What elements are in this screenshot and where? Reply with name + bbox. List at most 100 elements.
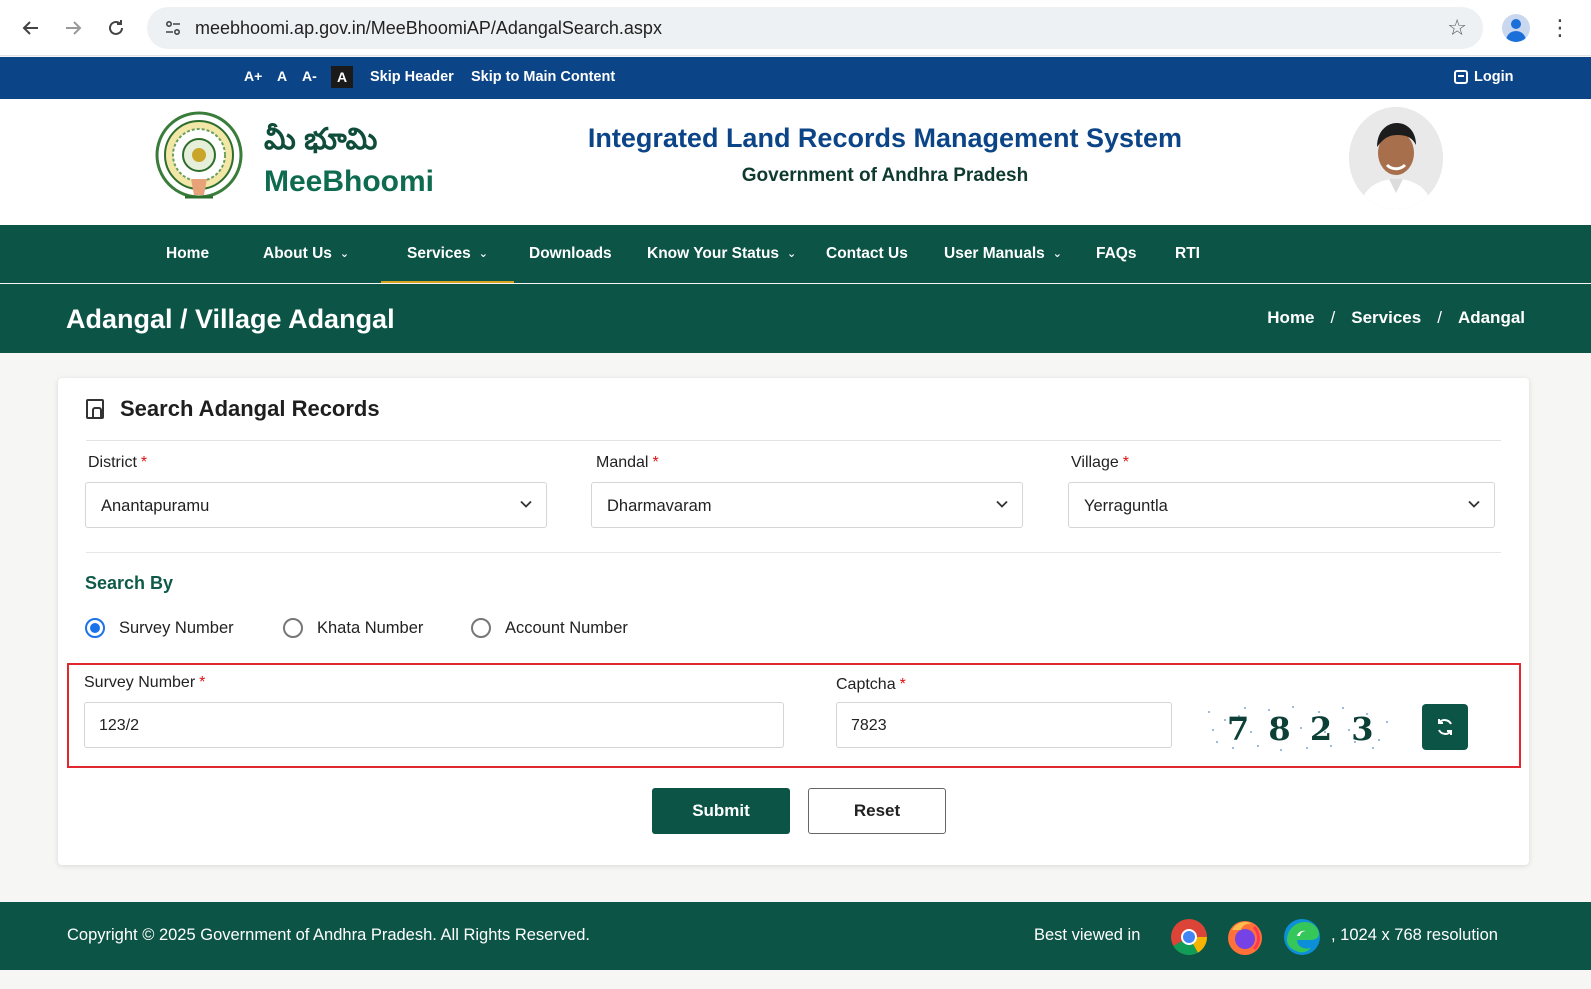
forward-icon[interactable] [59,14,87,42]
search-by-heading: Search By [85,573,174,593]
radio-unchecked-icon[interactable] [471,618,491,638]
mandal-select[interactable]: Dharmavaram [591,482,1023,528]
radio-khata-label: Khata Number [317,618,424,637]
address-bar[interactable]: meebhoomi.ap.gov.in/MeeBhoomiAP/AdangalS… [147,7,1483,49]
divider [86,552,1501,553]
nav-know-your-status[interactable]: Know Your Status ⌄ [647,225,796,283]
required-mark: * [899,676,906,693]
breadcrumb-services[interactable]: Services [1351,308,1421,328]
survey-number-value: 123/2 [99,717,140,734]
nav-services-label: Services [407,245,471,263]
divider [86,440,1501,441]
card-title: Search Adangal Records [120,396,380,421]
breadcrumb-adangal: Adangal [1457,308,1525,327]
captcha-label: Captcha * [836,676,906,694]
search-card: Search Adangal Records District * Anantap… [58,378,1529,865]
mandal-label: Mandal * [596,454,659,472]
chevron-down-icon: ⌄ [787,248,797,260]
edge-icon [1283,918,1321,956]
breadcrumb-separator: / [1330,308,1336,327]
survey-number-input[interactable]: 123/2 [84,702,784,748]
required-mark: * [199,674,206,691]
district-label-text: District [88,454,137,471]
district-select[interactable]: Anantapuramu [85,482,547,528]
survey-label-text: Survey Number [84,674,196,691]
village-label-text: Village [1071,454,1119,471]
captcha-input[interactable]: 7823 [836,702,1172,748]
mandal-selected-value: Dharmavaram [607,497,712,515]
radio-account-number[interactable]: Account Number [471,618,628,638]
nav-status-label: Know Your Status [647,245,780,263]
skip-header-link[interactable]: Skip Header [370,69,454,85]
reload-icon[interactable] [102,14,130,42]
captcha-input-value: 7823 [851,717,887,734]
captcha-text: 7 8 2 3 [1227,710,1378,748]
site-title: Integrated Land Records Management Syste… [587,123,1183,153]
font-normal-button[interactable]: A [277,68,287,84]
resolution-text: , 1024 x 768 resolution [1331,926,1498,944]
main-navigation: Home About Us ⌄ Services ⌄ Downloads Know … [0,225,1591,283]
logo-telugu-text: మీ భూమి [264,123,378,156]
font-increase-button[interactable]: A+ [244,68,262,84]
best-viewed-text: Best viewed in [1034,926,1141,944]
radio-survey-number[interactable]: Survey Number [85,618,234,638]
site-footer: Copyright © 2025 Government of Andhra Pr… [0,902,1591,970]
firefox-icon [1226,918,1264,956]
chevron-down-icon [996,500,1008,508]
nav-about-us[interactable]: About Us ⌄ [263,225,349,283]
nav-contact-label: Contact Us [826,245,908,262]
village-selected-value: Yerraguntla [1084,497,1168,515]
breadcrumb-home[interactable]: Home [1267,308,1314,328]
reset-button[interactable]: Reset [808,788,946,834]
ap-emblem-logo [155,109,243,209]
refresh-captcha-button[interactable] [1422,704,1468,750]
nav-home-label: Home [166,245,210,262]
chevron-down-icon [1468,500,1480,508]
chevron-down-icon: ⌄ [1052,248,1063,260]
nav-rti[interactable]: RTI [1175,225,1200,283]
login-link[interactable]: Login [1454,69,1513,85]
nav-user-manuals[interactable]: User Manuals ⌄ [944,225,1062,283]
nav-manuals-label: User Manuals [944,245,1045,263]
profile-avatar-icon[interactable] [1502,14,1530,42]
site-subtitle: Government of Andhra Pradesh [741,165,1029,186]
browser-toolbar: meebhoomi.ap.gov.in/MeeBhoomiAP/AdangalS… [0,0,1591,56]
site-settings-icon[interactable] [163,18,183,38]
district-selected-value: Anantapuramu [101,497,210,515]
chrome-icon [1170,918,1208,956]
radio-account-label: Account Number [505,618,628,637]
font-decrease-button[interactable]: A- [302,68,317,84]
browser-menu-icon[interactable]: ⋮ [1549,14,1571,42]
refresh-icon [1438,719,1452,735]
nav-contact-us[interactable]: Contact Us [826,225,908,283]
card-header: Search Adangal Records [86,396,380,422]
official-portrait [1349,107,1443,209]
nav-downloads-label: Downloads [529,245,612,262]
village-select[interactable]: Yerraguntla [1068,482,1495,528]
breadcrumb-separator: / [1437,308,1442,327]
nav-faqs[interactable]: FAQs [1096,225,1136,283]
district-label: District * [88,454,147,472]
nav-downloads[interactable]: Downloads [529,225,612,283]
radio-unchecked-icon[interactable] [283,618,303,638]
nav-about-label: About Us [263,245,332,263]
back-icon[interactable] [17,14,45,42]
nav-home[interactable]: Home [166,225,209,283]
radio-survey-label: Survey Number [119,618,234,637]
captcha-image: 7 8 2 3 [1203,702,1393,754]
page-title-bar: Adangal / Village Adangal Home / Service… [0,284,1591,353]
accessibility-bar: A+ A A- A Skip Header Skip to Main Conte… [0,57,1591,99]
contrast-button[interactable]: A [331,66,353,88]
copyright-text: Copyright © 2025 Government of Andhra Pr… [67,926,591,944]
radio-khata-number[interactable]: Khata Number [283,618,423,638]
captcha-label-text: Captcha [836,676,896,693]
skip-main-content-link[interactable]: Skip to Main Content [471,69,615,85]
required-mark: * [1122,454,1129,471]
bookmark-star-icon[interactable]: ☆ [1447,15,1467,41]
required-mark: * [140,454,148,471]
submit-button[interactable]: Submit [652,788,790,834]
nav-services[interactable]: Services ⌄ [381,225,514,283]
required-mark: * [652,454,659,471]
site-header: మీ భూమి MeeBhoomi Integrated Land Record… [0,99,1591,225]
radio-checked-icon[interactable] [85,618,105,638]
